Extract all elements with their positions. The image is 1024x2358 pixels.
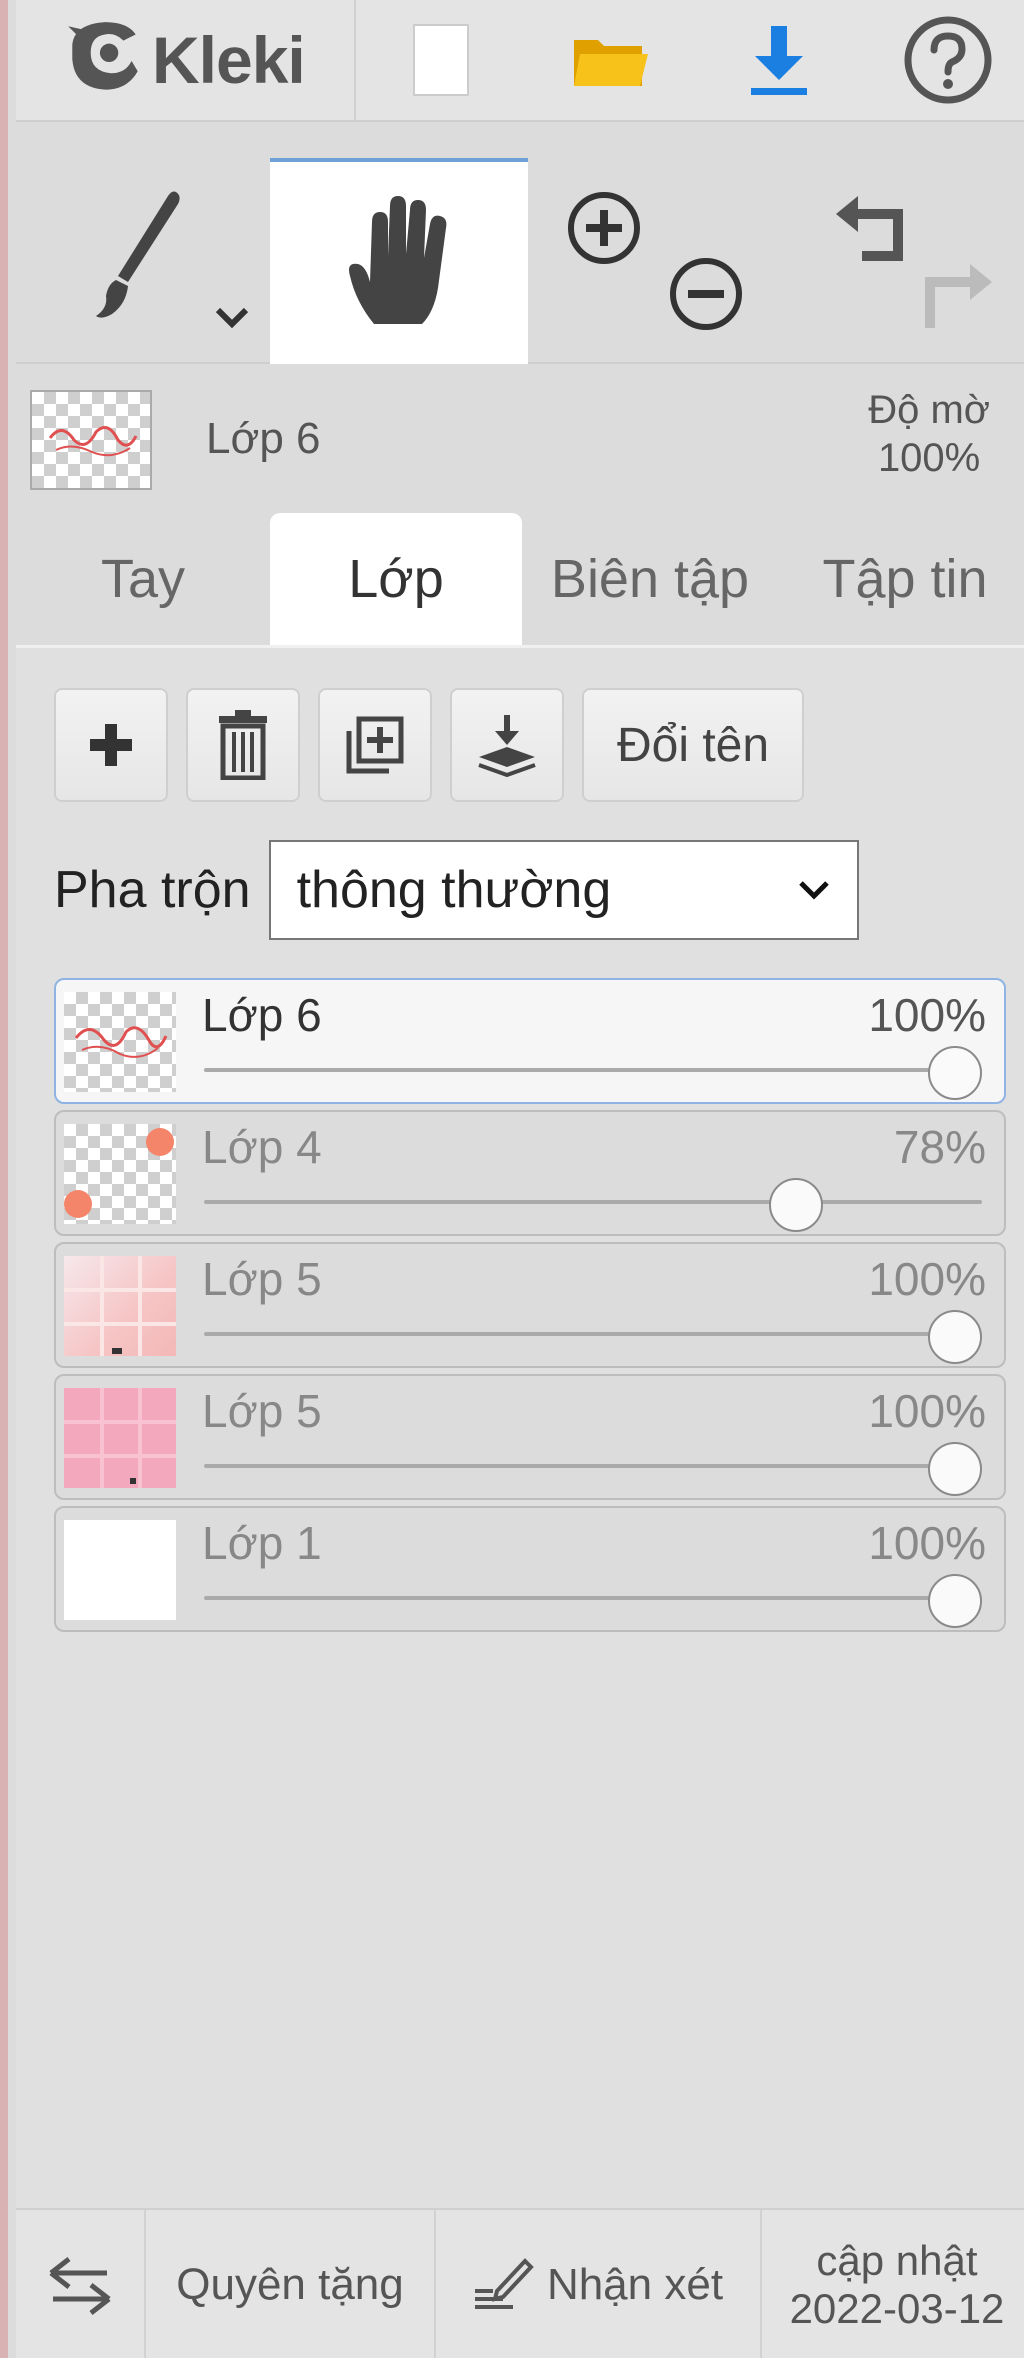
layer-thumbnail	[64, 1124, 176, 1224]
feedback-label: Nhận xét	[546, 2260, 724, 2309]
layer-thumbnail	[64, 1256, 176, 1356]
rename-layer-button[interactable]: Đổi tên	[582, 688, 804, 802]
chevron-down-icon	[798, 881, 829, 900]
current-layer-name: Lớp 6	[206, 414, 321, 463]
undo-icon[interactable]	[832, 194, 916, 270]
feedback-button[interactable]: Nhận xét	[436, 2210, 762, 2358]
update-date: 2022-03-12	[789, 2285, 1005, 2332]
download-icon	[750, 26, 807, 95]
panel-tabs: Tay Lớp Biên tập Tập tin	[16, 513, 1024, 648]
dots-preview	[64, 1128, 174, 1218]
layer-opacity: 100%	[868, 1517, 986, 1569]
update-info[interactable]: cập nhật 2022-03-12	[762, 2210, 1024, 2358]
top-bar: Kleki	[16, 0, 1024, 122]
opacity-slider-track[interactable]	[204, 1068, 982, 1072]
zoom-controls	[528, 158, 782, 364]
layer-action-bar: Đổi tên	[54, 688, 804, 802]
opacity-label: Độ mờ	[868, 388, 990, 432]
footer-bar: Quyên tặng Nhận xét cập nhật 2022-03-12	[16, 2208, 1024, 2358]
opacity-slider-track[interactable]	[204, 1596, 982, 1600]
new-document-button[interactable]	[356, 0, 525, 121]
layer-row[interactable]: Lớp 5 100%	[54, 1374, 1006, 1500]
duplicate-icon	[346, 716, 404, 774]
duplicate-layer-button[interactable]	[318, 688, 432, 802]
delete-layer-button[interactable]	[186, 688, 300, 802]
brush-icon	[96, 191, 180, 318]
open-file-button[interactable]	[525, 0, 694, 121]
trash-icon	[219, 710, 267, 780]
app-frame: Kleki Lớp 6 Độ mờ 100% Tay Lớp Biên tập …	[0, 0, 1024, 2358]
brush-tool-button[interactable]	[16, 158, 270, 364]
donate-button[interactable]: Quyên tặng	[146, 2210, 436, 2358]
opacity-slider-track[interactable]	[204, 1200, 982, 1204]
current-layer-info: Lớp 6 Độ mờ 100%	[16, 364, 1024, 514]
swap-side-button[interactable]	[16, 2210, 146, 2358]
current-layer-thumbnail	[30, 390, 152, 490]
scribble-preview	[48, 426, 138, 457]
layer-row[interactable]: Lớp 5 100%	[54, 1242, 1006, 1368]
scribble-preview	[74, 1026, 168, 1058]
zoom-in-icon[interactable]	[564, 188, 644, 268]
layer-row[interactable]: Lớp 1 100%	[54, 1506, 1006, 1632]
history-controls	[782, 158, 1024, 364]
merge-down-icon	[478, 715, 536, 777]
new-document-icon	[412, 24, 469, 96]
tool-row	[16, 158, 1024, 364]
layer-opacity: 100%	[868, 1253, 986, 1305]
feedback-pencil-icon	[474, 2258, 534, 2309]
opacity-value: 100%	[877, 436, 981, 480]
plus-icon	[90, 724, 132, 766]
blend-mode-select[interactable]: thông thường	[268, 840, 859, 940]
current-layer-opacity: Độ mờ 100%	[868, 386, 990, 482]
layer-name: Lớp 1	[202, 1517, 322, 1569]
grid-preview	[64, 1256, 176, 1356]
add-layer-button[interactable]	[54, 688, 168, 802]
tab-file[interactable]: Tập tin	[778, 513, 1024, 645]
opacity-slider-knob[interactable]	[768, 1178, 823, 1232]
layer-name: Lớp 4	[202, 1121, 322, 1173]
layer-list: Lớp 6 100% Lớp 4 78% Lớp 5 100% Lớp 5 10…	[54, 978, 1006, 1638]
redo-icon[interactable]	[912, 258, 996, 334]
opacity-slider-track[interactable]	[204, 1464, 982, 1468]
kleki-logo-icon	[68, 22, 138, 90]
layer-opacity: 100%	[868, 1385, 986, 1437]
zoom-out-icon[interactable]	[666, 254, 746, 334]
layer-thumbnail	[64, 1520, 176, 1620]
blend-mode-value: thông thường	[296, 861, 612, 919]
layer-opacity: 78%	[893, 1121, 986, 1173]
layer-row[interactable]: Lớp 6 100%	[54, 978, 1006, 1104]
layer-row[interactable]: Lớp 4 78%	[54, 1110, 1006, 1236]
opacity-slider-knob[interactable]	[928, 1574, 982, 1628]
layer-thumbnail	[64, 992, 176, 1092]
layer-name: Lớp 5	[202, 1253, 322, 1305]
layer-name: Lớp 6	[202, 989, 322, 1041]
app-name: Kleki	[152, 23, 306, 97]
hand-icon	[349, 196, 447, 324]
app-logo[interactable]: Kleki	[16, 0, 357, 121]
tab-edit[interactable]: Biên tập	[522, 513, 778, 645]
open-folder-icon	[573, 40, 648, 86]
hand-tool-button[interactable]	[270, 158, 528, 364]
opacity-slider-knob[interactable]	[928, 1046, 982, 1100]
layer-opacity: 100%	[868, 989, 986, 1041]
opacity-slider-track[interactable]	[204, 1332, 982, 1336]
tab-layers[interactable]: Lớp	[270, 513, 522, 645]
layer-thumbnail	[64, 1388, 176, 1488]
help-button[interactable]	[863, 0, 1024, 121]
blend-mode-control: Pha trộn thông thường	[54, 840, 859, 940]
grid-preview	[64, 1388, 176, 1488]
chevron-down-icon[interactable]	[212, 304, 252, 332]
tab-hand[interactable]: Tay	[16, 513, 270, 645]
opacity-slider-knob[interactable]	[928, 1310, 982, 1364]
blend-mode-label: Pha trộn	[54, 861, 251, 919]
opacity-slider-knob[interactable]	[928, 1442, 982, 1496]
update-label: cập nhật	[816, 2237, 978, 2284]
layers-panel: Đổi tên Pha trộn thông thường Lớp 6 100%…	[16, 648, 1024, 2208]
layer-name: Lớp 5	[202, 1385, 322, 1437]
help-icon	[904, 16, 992, 104]
download-button[interactable]	[694, 0, 863, 121]
swap-arrows-icon	[49, 2257, 111, 2315]
merge-down-button[interactable]	[450, 688, 564, 802]
